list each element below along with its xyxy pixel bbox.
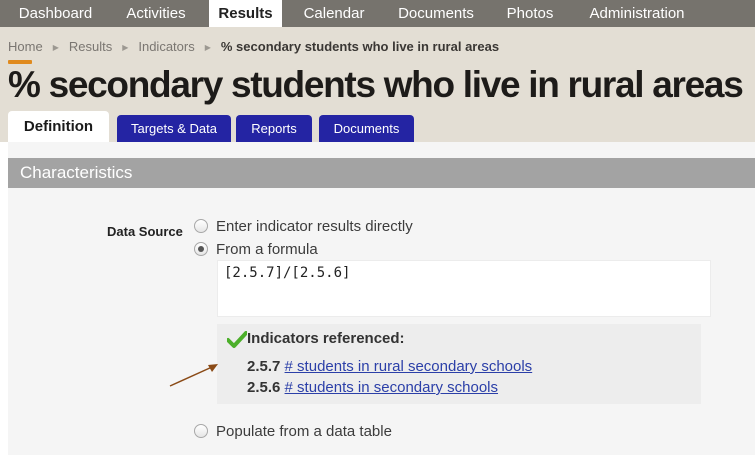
- radio-unchecked-icon[interactable]: [194, 424, 208, 438]
- radio-label: Populate from a data table: [216, 422, 392, 440]
- indicator-link[interactable]: # students in secondary schools: [285, 379, 498, 396]
- radio-label: From a formula: [216, 240, 318, 258]
- breadcrumb-home[interactable]: Home: [8, 39, 43, 54]
- nav-tab-activities[interactable]: Activities: [112, 0, 200, 27]
- breadcrumb-results[interactable]: Results: [69, 39, 112, 54]
- breadcrumb-separator-icon: ▶: [52, 43, 59, 52]
- radio-enter-directly[interactable]: Enter indicator results directly: [194, 216, 413, 236]
- annotation-arrow-icon: [169, 364, 218, 387]
- nav-tab-results[interactable]: Results: [209, 0, 282, 27]
- indicator-code: 2.5.7: [247, 358, 281, 375]
- radio-checked-icon[interactable]: [194, 242, 208, 256]
- indicator-code: 2.5.6: [247, 379, 281, 396]
- referenced-indicator: 2.5.6 # students in secondary schools: [247, 379, 498, 396]
- page-header: Home ▶ Results ▶ Indicators ▶ % secondary stud…: [0, 27, 755, 142]
- indicators-referenced-title: Indicators referenced:: [247, 330, 405, 347]
- nav-tab-photos[interactable]: Photos: [497, 0, 563, 27]
- checkmark-icon: [227, 331, 247, 348]
- referenced-indicator: 2.5.7 # students in rural secondary scho…: [247, 358, 532, 375]
- tab-documents[interactable]: Documents: [319, 115, 414, 142]
- indicator-link[interactable]: # students in rural secondary schools: [285, 358, 533, 375]
- top-nav: Dashboard Activities Results Calendar Do…: [0, 0, 755, 27]
- nav-tab-calendar[interactable]: Calendar: [294, 0, 374, 27]
- tab-targets-data[interactable]: Targets & Data: [117, 115, 231, 142]
- nav-tab-dashboard[interactable]: Dashboard: [8, 0, 103, 27]
- breadcrumb: Home ▶ Results ▶ Indicators ▶ % secondary stud…: [8, 39, 499, 54]
- radio-unchecked-icon[interactable]: [194, 219, 208, 233]
- tab-reports[interactable]: Reports: [236, 115, 312, 142]
- breadcrumb-separator-icon: ▶: [122, 43, 129, 52]
- indicators-referenced-panel: Indicators referenced: 2.5.7 # students …: [217, 324, 701, 404]
- formula-input[interactable]: [2.5.7]/[2.5.6]: [217, 260, 711, 317]
- radio-label: Enter indicator results directly: [216, 217, 413, 235]
- breadcrumb-current: % secondary students who live in rural a…: [220, 39, 500, 54]
- section-header-characteristics: Characteristics: [8, 158, 755, 188]
- nav-tab-documents[interactable]: Documents: [389, 0, 483, 27]
- data-source-label: Data Source: [107, 224, 183, 239]
- breadcrumb-indicators[interactable]: Indicators: [138, 39, 194, 54]
- radio-data-table[interactable]: Populate from a data table: [194, 421, 392, 441]
- tab-definition[interactable]: Definition: [8, 111, 109, 142]
- breadcrumb-separator-icon: ▶: [204, 43, 211, 52]
- radio-from-formula[interactable]: From a formula: [194, 239, 318, 259]
- definition-panel: Characteristics Data Source Enter indica…: [8, 142, 755, 455]
- page-title: % secondary students who live in rural a…: [8, 64, 744, 105]
- nav-tab-administration[interactable]: Administration: [578, 0, 696, 27]
